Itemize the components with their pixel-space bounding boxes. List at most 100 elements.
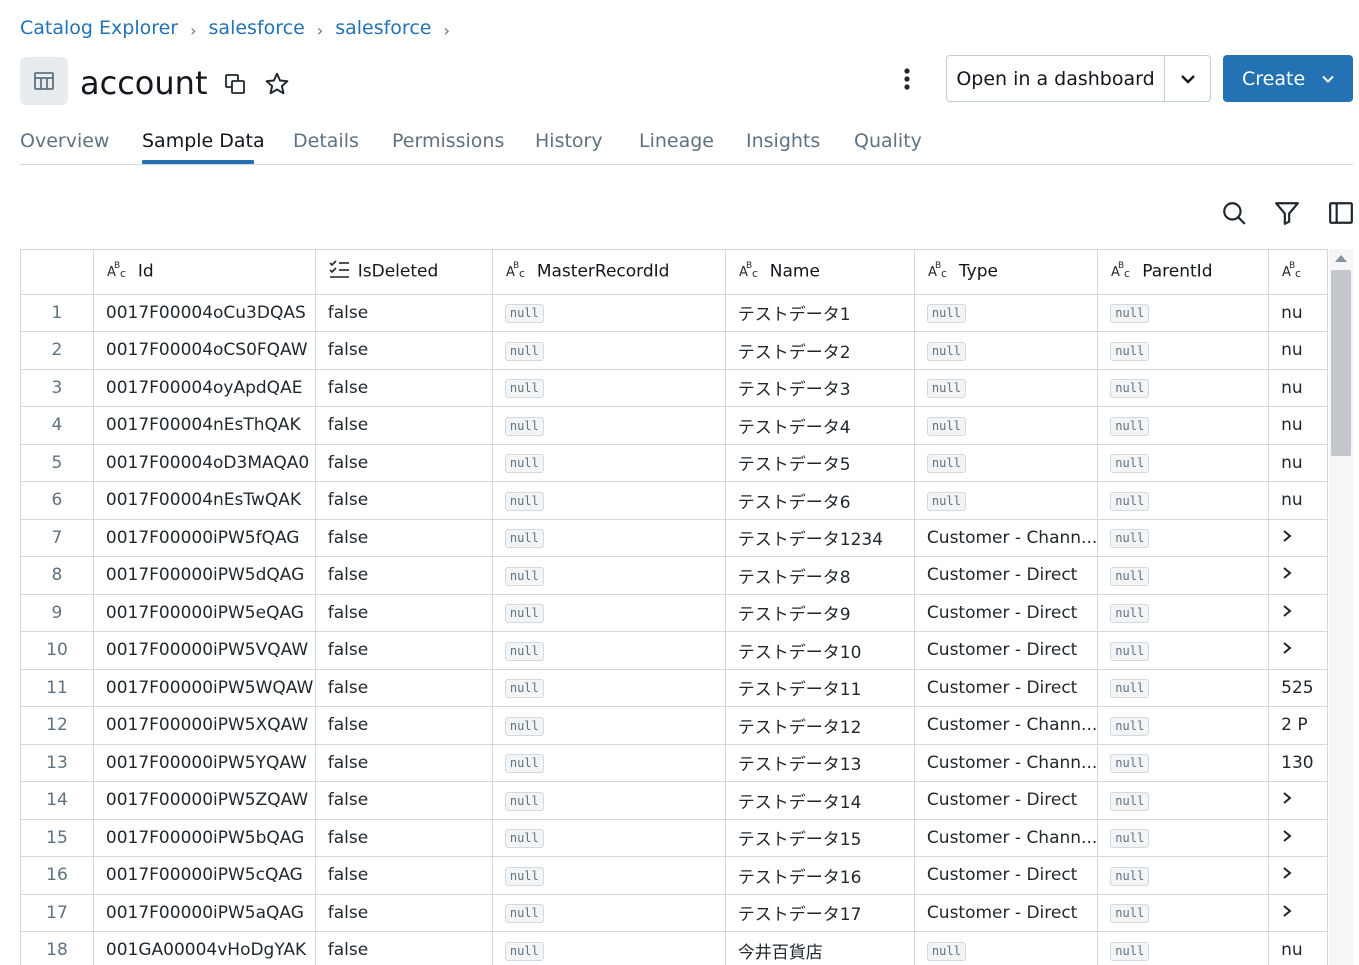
table-row[interactable]: 12 0017F00000iPW5XQAW false null テストデータ12 Cus… — [21, 706, 1328, 745]
table-row[interactable]: 18 001GA00004vHoDgYAK false null 今井百貨店 null nu… — [21, 931, 1328, 965]
table-cell: null — [492, 444, 726, 482]
star-icon[interactable] — [262, 69, 292, 99]
column-header-3[interactable]: A Bc MasterRecordId — [492, 250, 726, 295]
column-header-1[interactable]: A Bc Id — [93, 250, 316, 295]
tab-sample-data[interactable]: Sample Data — [142, 130, 265, 152]
table-cell: false — [315, 669, 493, 707]
table-cell: テストデータ1 — [725, 294, 915, 332]
open-in-dashboard-button[interactable]: Open in a dashboard — [946, 55, 1165, 102]
null-badge: null — [1110, 829, 1150, 849]
table-row[interactable]: 6 0017F00004nEsTwQAK false null テストデータ6 null n… — [21, 481, 1328, 520]
table-cell: null — [492, 669, 726, 707]
table-row[interactable]: 3 0017F00004oyApdQAE false null テストデータ3 null n… — [21, 369, 1328, 407]
table-row[interactable]: 11 0017F00000iPW5WQAW false null テストデータ11 Cus… — [21, 669, 1328, 707]
scrollbar-thumb[interactable] — [1331, 270, 1351, 456]
search-icon[interactable] — [1220, 199, 1248, 227]
table-cell: null — [914, 444, 1099, 482]
row-number: 18 — [21, 931, 94, 965]
table-row[interactable]: 7 0017F00000iPW5fQAG false null テストデータ1234 Cu… — [21, 519, 1328, 557]
null-badge: null — [1110, 454, 1150, 474]
row-number: 11 — [21, 669, 94, 707]
column-header-4[interactable]: A Bc Name — [725, 250, 915, 295]
table-cell: 0017F00004oyApdQAE — [93, 369, 316, 407]
row-number: 7 — [21, 519, 94, 557]
table-cell: null — [1097, 481, 1270, 520]
table-cell: null — [492, 594, 726, 632]
table-cell: 0017F00000iPW5YQAW — [93, 744, 316, 782]
table-row[interactable]: 9 0017F00000iPW5eQAG false null テストデータ9 Custo… — [21, 594, 1328, 632]
null-badge: null — [1110, 754, 1150, 774]
tab-overview[interactable]: Overview — [20, 130, 109, 152]
expand-chevron-icon[interactable] — [1281, 903, 1293, 923]
breadcrumb-catalog[interactable]: salesforce — [209, 17, 305, 39]
table-cell: null — [1097, 631, 1270, 670]
table-cell: null — [1097, 519, 1270, 557]
tab-insights[interactable]: Insights — [746, 130, 820, 152]
expand-chevron-icon[interactable] — [1281, 865, 1293, 885]
table-cell: Customer - Direct — [914, 594, 1099, 632]
table-row[interactable]: 10 0017F00000iPW5VQAW false null テストデータ10 Cus… — [21, 631, 1328, 670]
more-options-icon[interactable] — [893, 63, 921, 95]
table-cell: null — [492, 294, 726, 332]
null-badge: null — [1110, 904, 1150, 924]
null-badge: null — [926, 941, 966, 961]
expand-chevron-icon[interactable] — [1281, 790, 1293, 810]
page-title: account — [80, 64, 208, 102]
null-badge: null — [504, 491, 544, 511]
row-number: 10 — [21, 631, 94, 670]
table-header-row: A Bc Id IsDeleted A Bc MasterRecordId A Bc Name A B… — [21, 250, 1328, 295]
column-header-label: Id — [137, 261, 154, 282]
string-type-icon: ABc — [1110, 258, 1134, 285]
tab-quality[interactable]: Quality — [854, 130, 922, 152]
dashboard-dropdown-button[interactable] — [1164, 55, 1211, 102]
column-header-7[interactable]: ABc — [1268, 250, 1328, 295]
tab-lineage[interactable]: Lineage — [639, 130, 714, 152]
svg-text:c: c — [519, 267, 525, 280]
expand-chevron-icon[interactable] — [1281, 828, 1293, 848]
tab-permissions[interactable]: Permissions — [392, 130, 504, 152]
table-row[interactable]: 1 0017F00004oCu3DQAS false null テストデータ1 null n… — [21, 294, 1328, 332]
expand-chevron-icon[interactable] — [1281, 603, 1293, 623]
null-badge: null — [1110, 416, 1150, 436]
expand-chevron-icon[interactable] — [1281, 528, 1293, 548]
table-row[interactable]: 16 0017F00000iPW5cQAG false null テストデータ16 Cus… — [21, 856, 1328, 895]
table-cell: null — [914, 369, 1099, 407]
tab-history[interactable]: History — [535, 130, 603, 152]
table-row[interactable]: 4 0017F00004nEsThQAK false null テストデータ4 null n… — [21, 406, 1328, 445]
copy-icon[interactable] — [222, 71, 248, 97]
null-badge: null — [926, 379, 966, 399]
svg-text:c: c — [1295, 267, 1301, 280]
column-header-6[interactable]: A Bc ParentId — [1097, 250, 1270, 295]
table-row[interactable]: 5 0017F00004oD3MAQA0 false null テストデータ5 null n… — [21, 444, 1328, 482]
null-badge: null — [1110, 716, 1150, 736]
table-cell: null — [1097, 406, 1270, 445]
table-cell: 0017F00004oCS0FQAW — [93, 331, 316, 370]
column-header-2[interactable]: IsDeleted — [315, 250, 493, 295]
table-row[interactable]: 8 0017F00000iPW5dQAG false null テストデータ8 Custo… — [21, 556, 1328, 595]
table-cell: false — [315, 444, 493, 482]
breadcrumb-catalog-explorer[interactable]: Catalog Explorer — [20, 17, 178, 39]
table-row[interactable]: 14 0017F00000iPW5ZQAW false null テストデータ14 Cus… — [21, 781, 1328, 820]
table-cell: false — [315, 481, 493, 520]
table-cell: false — [315, 894, 493, 932]
null-badge: null — [504, 941, 544, 961]
expand-chevron-icon[interactable] — [1281, 640, 1293, 660]
tab-bar: Overview Sample Data Details Permissions… — [20, 125, 1353, 165]
column-header-label: Type — [958, 261, 998, 282]
table-cell — [1268, 519, 1328, 557]
create-button[interactable]: Create — [1223, 55, 1353, 102]
breadcrumb-schema[interactable]: salesforce — [335, 17, 431, 39]
tab-details[interactable]: Details — [293, 130, 359, 152]
sidebar-panel-icon[interactable] — [1327, 199, 1355, 227]
column-header-5[interactable]: A Bc Type — [914, 250, 1099, 295]
table-row[interactable]: 13 0017F00000iPW5YQAW false null テストデータ13 Cus… — [21, 744, 1328, 782]
expand-chevron-icon[interactable] — [1281, 565, 1293, 585]
column-header-0[interactable] — [21, 250, 94, 295]
filter-icon[interactable] — [1273, 199, 1301, 227]
table-cell: 525 — [1268, 669, 1328, 707]
table-row[interactable]: 2 0017F00004oCS0FQAW false null テストデータ2 null n… — [21, 331, 1328, 370]
table-cell: null — [492, 931, 726, 965]
table-row[interactable]: 15 0017F00000iPW5bQAG false null テストデータ15 Cus… — [21, 819, 1328, 857]
table-row[interactable]: 17 0017F00000iPW5aQAG false null テストデータ17 Cus… — [21, 894, 1328, 932]
scroll-up-arrow-icon[interactable] — [1335, 255, 1347, 262]
